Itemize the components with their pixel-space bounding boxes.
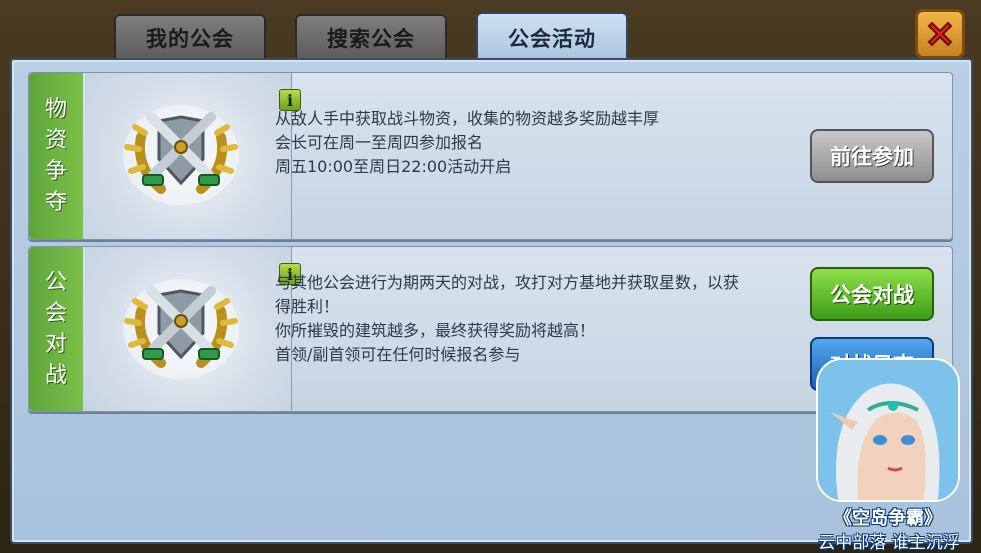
activity-icon-area: i — [85, 73, 301, 239]
join-resource-war-button[interactable]: 前往参加 — [810, 129, 934, 183]
tab-search-guild[interactable]: 搜索公会 — [295, 14, 447, 60]
description-line: 周五10:00至周日22:00活动开启 — [275, 157, 512, 176]
game-ad-overlay[interactable]: 《空岛争霸》 云中部落 谁主沉浮 — [808, 358, 968, 553]
category-char: 对 — [44, 332, 67, 357]
ad-subtitle: 云中部落 谁主沉浮 — [818, 533, 960, 553]
activity-description: 与其他公会进行为期两天的对战，攻打对方基地并获取星数，以获 得胜利！ 你所摧毁的… — [275, 271, 739, 367]
category-char: 战 — [44, 363, 67, 388]
close-button[interactable] — [915, 9, 965, 59]
description-line: 从敌人手中获取战斗物资，收集的物资越多奖励越丰厚 — [275, 109, 660, 128]
crossed-swords-laurel-icon — [123, 279, 239, 379]
description-line: 会长可在周一至周四参加报名 — [275, 133, 484, 152]
category-char: 物 — [44, 97, 67, 122]
description-line: 与其他公会进行为期两天的对战，攻打对方基地并获取星数，以获 — [275, 273, 740, 292]
ad-title: 《空岛争霸》 — [834, 508, 942, 529]
crossed-swords-laurel-icon — [123, 105, 239, 205]
category-char: 争 — [44, 159, 67, 184]
tab-my-guild[interactable]: 我的公会 — [114, 14, 266, 60]
activity-icon-area: i — [85, 247, 301, 411]
activity-description: 从敌人手中获取战斗物资，收集的物资越多奖励越丰厚 会长可在周一至周四参加报名 周… — [275, 107, 659, 179]
elf-portrait-icon — [818, 360, 958, 500]
description-line: 首领/副首领可在任何时候报名参与 — [275, 345, 521, 364]
activity-category-label: 物 资 争 夺 — [29, 73, 83, 239]
guild-war-button[interactable]: 公会对战 — [810, 267, 934, 321]
description-line: 得胜利！ — [275, 297, 340, 316]
activity-panel-resource-war: 物 资 争 夺 i 从敌人手中获取战斗物资，收集的物资越多奖励越丰厚 会长可在周… — [28, 72, 953, 240]
activity-category-label: 公 会 对 战 — [29, 247, 83, 411]
close-x-icon — [927, 21, 953, 47]
tab-guild-activities[interactable]: 公会活动 — [476, 12, 628, 62]
category-char: 夺 — [44, 190, 67, 215]
category-char: 公 — [44, 270, 67, 295]
ad-app-icon[interactable] — [816, 358, 960, 502]
category-char: 资 — [44, 128, 67, 153]
description-line: 你所摧毁的建筑越多，最终获得奖励将越高！ — [275, 321, 596, 340]
category-char: 会 — [44, 301, 67, 326]
